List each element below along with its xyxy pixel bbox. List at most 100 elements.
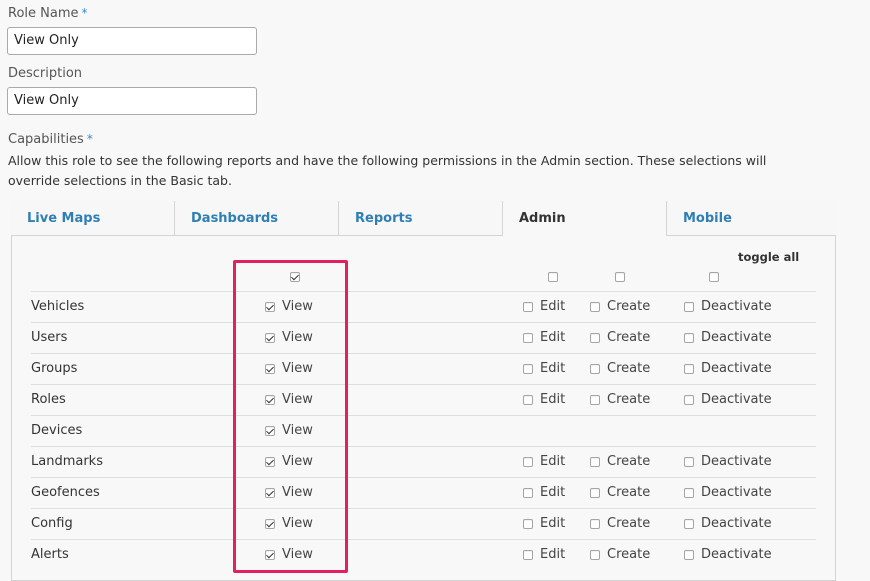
permission-row-name: Geofences <box>31 485 100 500</box>
create-label[interactable]: Create <box>607 516 650 531</box>
tab-live-maps[interactable]: Live Maps <box>11 201 175 236</box>
view-label[interactable]: View <box>282 392 313 407</box>
create-checkbox[interactable] <box>590 550 600 560</box>
edit-label[interactable]: Edit <box>540 361 565 376</box>
view-checkbox[interactable] <box>265 333 275 343</box>
permission-row-name: Groups <box>31 361 78 376</box>
deactivate-checkbox[interactable] <box>684 364 694 374</box>
create-checkbox[interactable] <box>590 333 600 343</box>
required-mark: * <box>86 132 93 146</box>
edit-label[interactable]: Edit <box>540 547 565 562</box>
view-label[interactable]: View <box>282 454 313 469</box>
edit-checkbox[interactable] <box>523 333 533 343</box>
deactivate-checkbox[interactable] <box>684 457 694 467</box>
deactivate-label[interactable]: Deactivate <box>701 299 772 314</box>
row-divider <box>31 353 816 354</box>
row-divider <box>31 508 816 509</box>
permission-row-name: Config <box>31 516 73 531</box>
edit-label[interactable]: Edit <box>540 454 565 469</box>
permission-row-name: Devices <box>31 423 83 438</box>
view-checkbox[interactable] <box>265 426 275 436</box>
row-divider <box>31 322 816 323</box>
view-checkbox[interactable] <box>265 550 275 560</box>
row-divider <box>31 384 816 385</box>
edit-checkbox[interactable] <box>523 457 533 467</box>
create-label[interactable]: Create <box>607 454 650 469</box>
view-label[interactable]: View <box>282 516 313 531</box>
toggle-all-view-checkbox[interactable] <box>290 272 300 282</box>
create-label[interactable]: Create <box>607 361 650 376</box>
deactivate-checkbox[interactable] <box>684 302 694 312</box>
create-checkbox[interactable] <box>590 488 600 498</box>
tab-reports[interactable]: Reports <box>339 201 503 236</box>
edit-checkbox[interactable] <box>523 488 533 498</box>
edit-label[interactable]: Edit <box>540 299 565 314</box>
create-label[interactable]: Create <box>607 485 650 500</box>
view-label[interactable]: View <box>282 299 313 314</box>
deactivate-label[interactable]: Deactivate <box>701 454 772 469</box>
view-checkbox[interactable] <box>265 364 275 374</box>
create-checkbox[interactable] <box>590 457 600 467</box>
create-checkbox[interactable] <box>590 302 600 312</box>
edit-checkbox[interactable] <box>523 302 533 312</box>
deactivate-checkbox[interactable] <box>684 519 694 529</box>
edit-checkbox[interactable] <box>523 519 533 529</box>
view-label[interactable]: View <box>282 361 313 376</box>
edit-label[interactable]: Edit <box>540 330 565 345</box>
deactivate-checkbox[interactable] <box>684 333 694 343</box>
tab-mobile[interactable]: Mobile <box>667 201 836 236</box>
deactivate-checkbox[interactable] <box>684 488 694 498</box>
permission-row-name: Roles <box>31 392 66 407</box>
edit-label[interactable]: Edit <box>540 392 565 407</box>
deactivate-label[interactable]: Deactivate <box>701 516 772 531</box>
create-checkbox[interactable] <box>590 395 600 405</box>
edit-checkbox[interactable] <box>523 364 533 374</box>
permission-row-name: Landmarks <box>31 454 103 469</box>
permission-row-name: Vehicles <box>31 299 85 314</box>
required-mark: * <box>81 6 88 20</box>
edit-checkbox[interactable] <box>523 395 533 405</box>
toggle-all-edit-checkbox[interactable] <box>548 272 558 282</box>
description-label: Description <box>8 66 83 81</box>
create-checkbox[interactable] <box>590 364 600 374</box>
tab-dashboards[interactable]: Dashboards <box>175 201 339 236</box>
create-label[interactable]: Create <box>607 547 650 562</box>
create-checkbox[interactable] <box>590 519 600 529</box>
capabilities-help-text: Allow this role to see the following rep… <box>8 153 767 188</box>
view-checkbox[interactable] <box>265 519 275 529</box>
permission-row-name: Users <box>31 330 68 345</box>
row-divider <box>31 477 816 478</box>
deactivate-checkbox[interactable] <box>684 395 694 405</box>
create-label[interactable]: Create <box>607 330 650 345</box>
deactivate-label[interactable]: Deactivate <box>701 392 772 407</box>
create-label[interactable]: Create <box>607 392 650 407</box>
view-label[interactable]: View <box>282 485 313 500</box>
view-checkbox[interactable] <box>265 457 275 467</box>
view-checkbox[interactable] <box>265 302 275 312</box>
toggle-all-create-checkbox[interactable] <box>615 272 625 282</box>
edit-label[interactable]: Edit <box>540 485 565 500</box>
role-name-input[interactable]: View Only <box>7 27 257 55</box>
deactivate-label[interactable]: Deactivate <box>701 485 772 500</box>
row-divider <box>31 291 816 292</box>
capabilities-label: Capabilities * <box>8 132 93 147</box>
create-label[interactable]: Create <box>607 299 650 314</box>
view-label[interactable]: View <box>282 330 313 345</box>
deactivate-label[interactable]: Deactivate <box>701 361 772 376</box>
toggle-all-label: toggle all <box>738 250 800 264</box>
description-input[interactable]: View Only <box>7 87 257 115</box>
tab-admin[interactable]: Admin <box>503 201 667 236</box>
view-checkbox[interactable] <box>265 395 275 405</box>
deactivate-label[interactable]: Deactivate <box>701 547 772 562</box>
deactivate-checkbox[interactable] <box>684 550 694 560</box>
view-label[interactable]: View <box>282 547 313 562</box>
view-label[interactable]: View <box>282 423 313 438</box>
deactivate-label[interactable]: Deactivate <box>701 330 772 345</box>
view-checkbox[interactable] <box>265 488 275 498</box>
toggle-all-deactivate-checkbox[interactable] <box>709 272 719 282</box>
row-divider <box>31 539 816 540</box>
role-name-label: Role Name * <box>8 6 88 21</box>
edit-checkbox[interactable] <box>523 550 533 560</box>
permission-row-name: Alerts <box>31 547 69 562</box>
edit-label[interactable]: Edit <box>540 516 565 531</box>
